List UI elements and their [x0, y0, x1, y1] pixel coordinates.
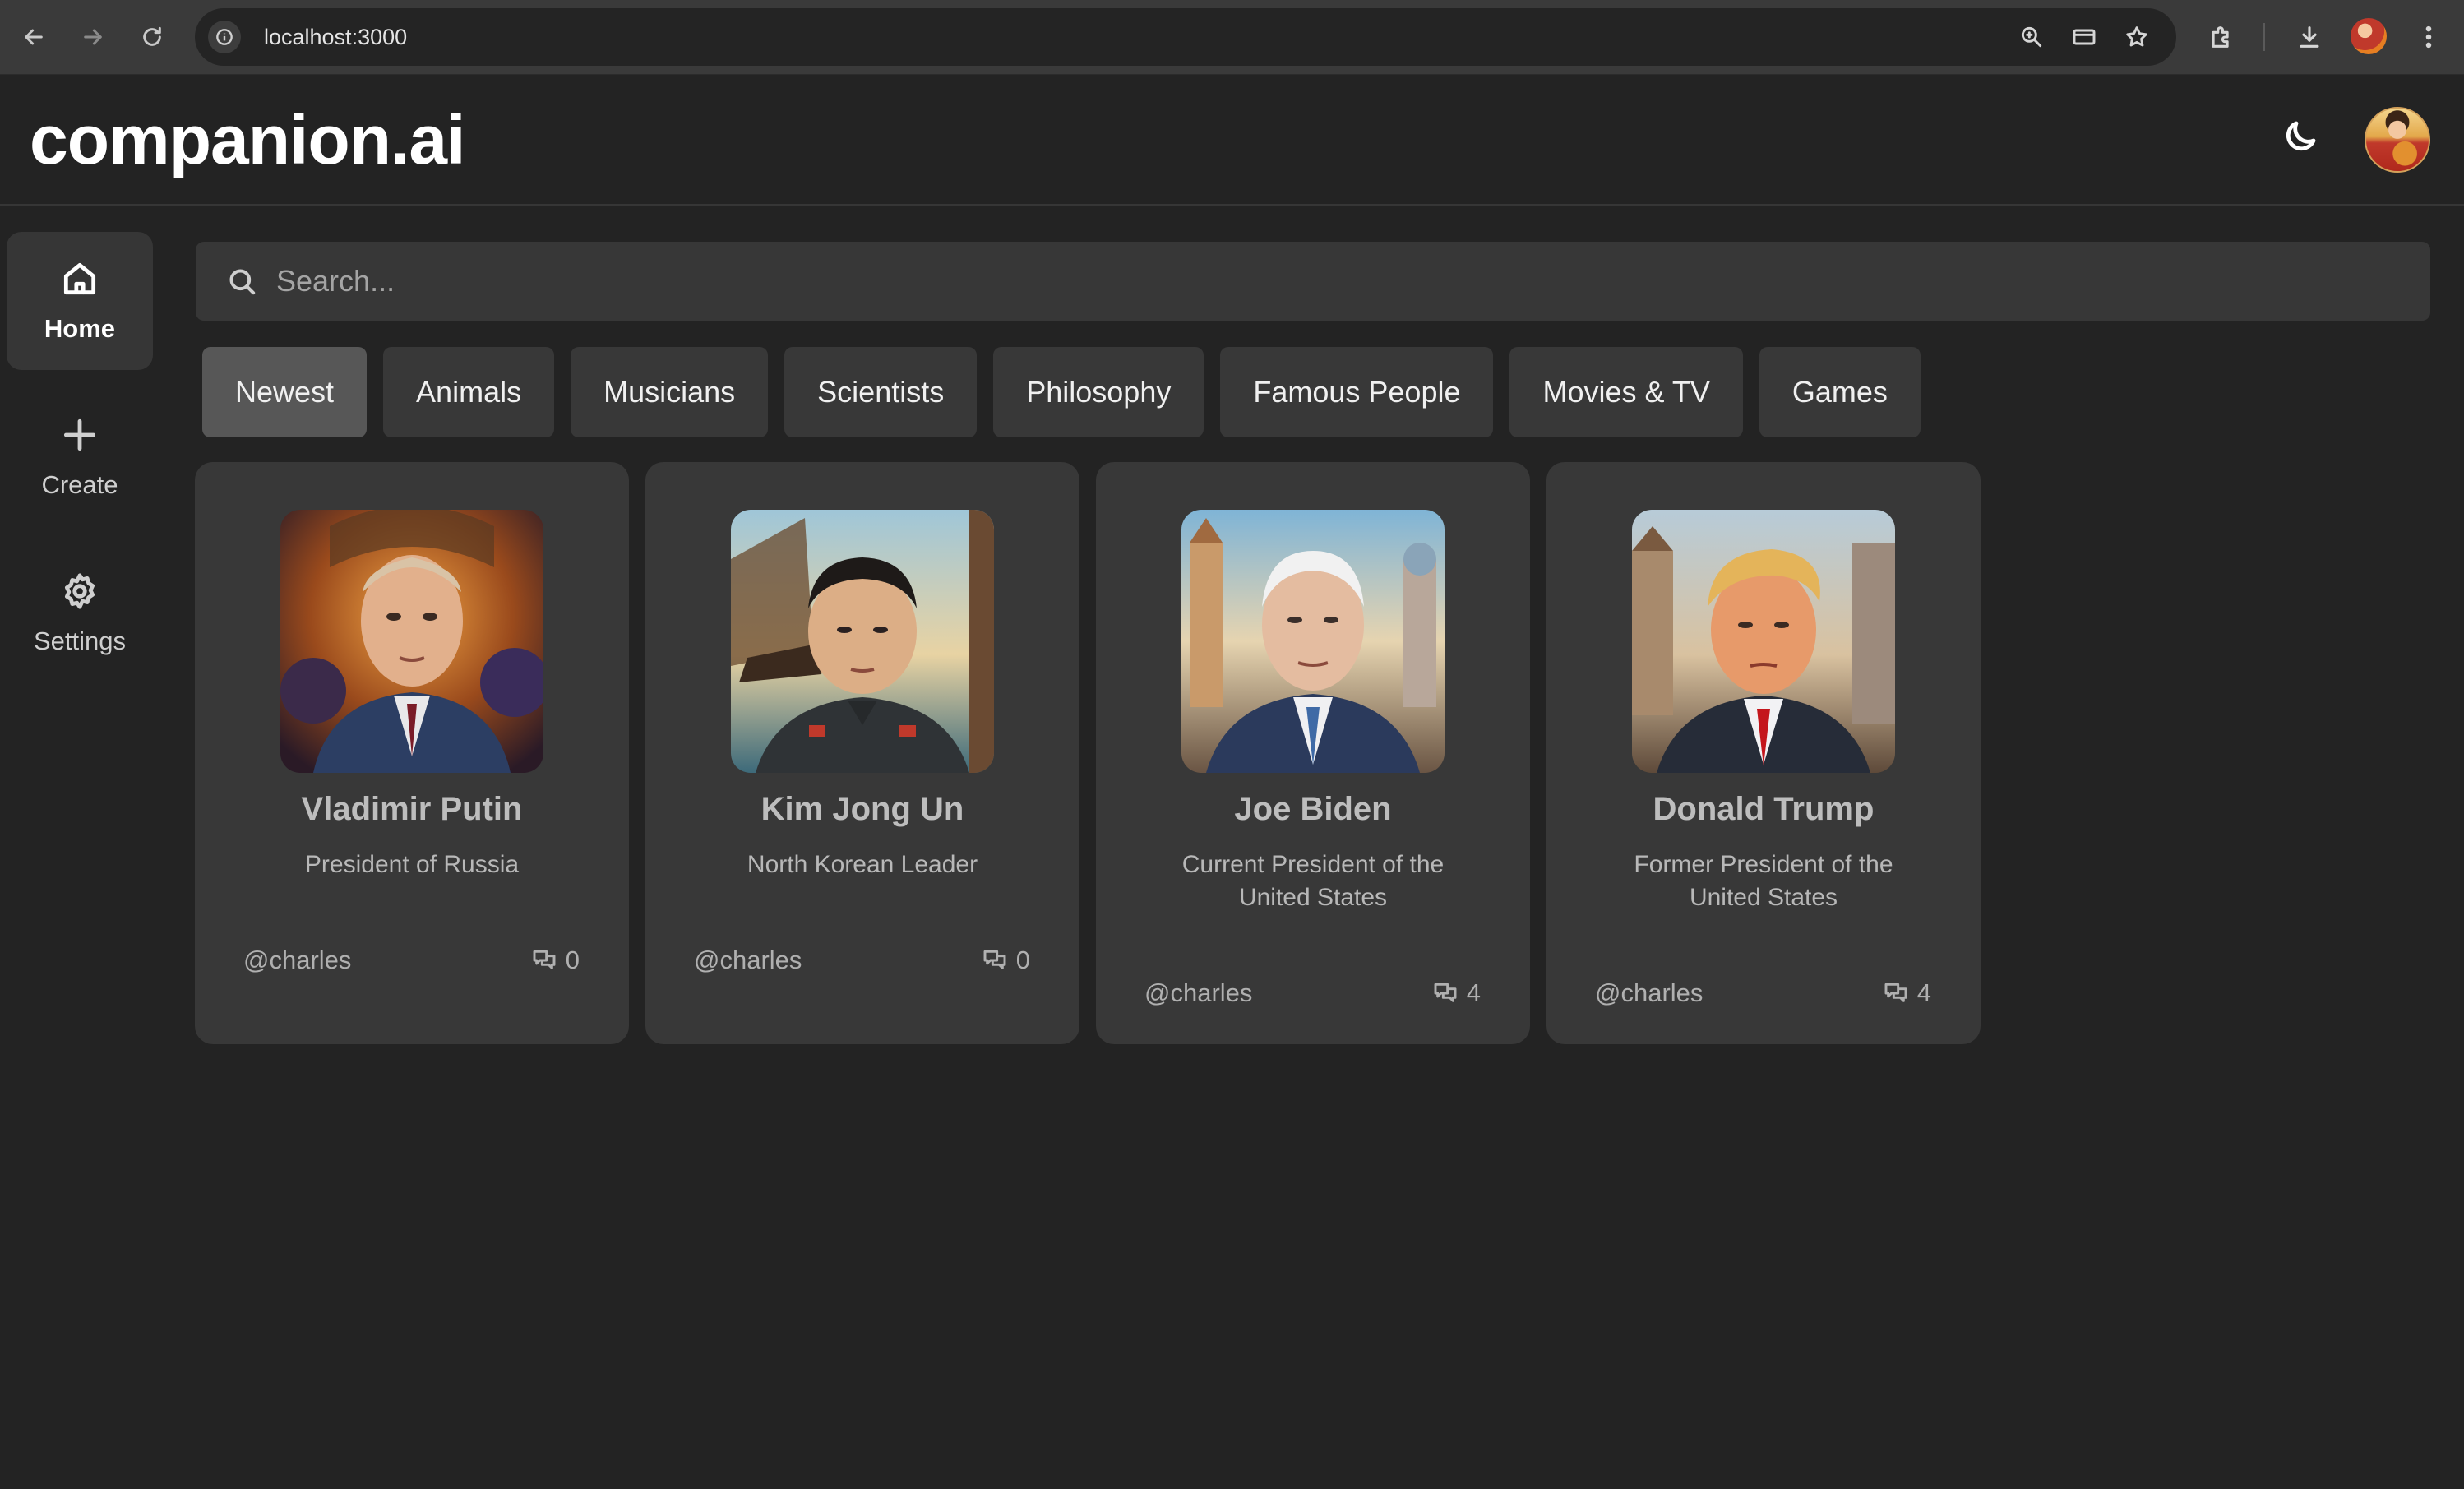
message-count: 0 [531, 946, 580, 975]
sidebar-item-settings[interactable]: Settings [7, 544, 153, 682]
companion-portrait [280, 510, 543, 773]
category-philosophy[interactable]: Philosophy [993, 347, 1204, 437]
companion-portrait [731, 510, 994, 773]
category-animals[interactable]: Animals [383, 347, 555, 437]
companion-description: Current President of the United States [1181, 851, 1445, 911]
companion-card[interactable]: Joe Biden Current President of the Unite… [1096, 462, 1530, 1044]
arrow-left-icon [25, 29, 43, 45]
extensions-button[interactable] [2202, 17, 2241, 57]
sidebar-item-label: Home [44, 314, 116, 343]
companion-name: Kim Jong Un [760, 791, 964, 827]
message-count-value: 4 [1466, 978, 1481, 1007]
user-avatar[interactable] [2365, 107, 2430, 173]
companion-portrait [1181, 510, 1445, 773]
companion-card[interactable]: Vladimir Putin President of Russia @char… [195, 462, 629, 1044]
category-games[interactable]: Games [1759, 347, 1921, 437]
companion-author: @charles [694, 946, 802, 974]
category-movies-tv[interactable]: Movies & TV [1509, 347, 1743, 437]
address-bar[interactable]: localhost:3000 [195, 8, 2176, 66]
app-logo[interactable]: companion.ai [30, 100, 465, 180]
gear-icon [64, 573, 95, 609]
message-count-value: 4 [1916, 978, 1931, 1007]
star-icon [2126, 26, 2147, 47]
moon-icon [2286, 121, 2316, 151]
arrow-right-icon [84, 29, 102, 45]
info-icon [216, 29, 233, 45]
search-input[interactable] [276, 264, 2430, 298]
reload-icon [143, 26, 161, 46]
companion-portrait [1632, 510, 1895, 773]
zoom-button[interactable] [2013, 19, 2050, 55]
category-musicians[interactable]: Musicians [571, 347, 769, 437]
sidebar-item-label: Create [41, 470, 118, 499]
download-icon [2300, 26, 2319, 48]
messages-icon [1434, 983, 1457, 1002]
card-icon [2073, 29, 2096, 45]
category-famous-people[interactable]: Famous People [1220, 347, 1494, 437]
more-vert-icon [2425, 25, 2432, 49]
url-text[interactable]: localhost:3000 [264, 25, 407, 50]
category-newest[interactable]: Newest [202, 347, 368, 437]
messages-icon [533, 950, 556, 969]
companion-description: President of Russia [304, 851, 520, 878]
companion-author: @charles [243, 946, 352, 974]
companion-description: North Korean Leader [747, 851, 978, 878]
home-icon [63, 262, 96, 295]
payment-button[interactable] [2066, 19, 2102, 55]
category-bar: Newest Animals Musicians Scientists Phil… [202, 347, 1921, 437]
app-header: companion.ai [0, 76, 2464, 206]
messages-icon [983, 950, 1006, 969]
sidebar: Home Create Settings [0, 207, 161, 1489]
site-info-button[interactable] [208, 21, 241, 53]
sidebar-item-create[interactable]: Create [7, 388, 153, 526]
forward-button[interactable] [74, 18, 112, 56]
companion-grid: Vladimir Putin President of Russia @char… [195, 462, 1981, 1044]
search-icon [225, 265, 258, 298]
downloads-button[interactable] [2290, 17, 2329, 57]
message-count: 0 [982, 946, 1030, 975]
browser-toolbar: localhost:3000 [0, 0, 2464, 75]
companion-name: Joe Biden [1234, 791, 1392, 827]
sidebar-item-label: Settings [33, 627, 126, 655]
back-button[interactable] [15, 18, 53, 56]
companion-author: @charles [1144, 978, 1253, 1007]
browser-profile-avatar[interactable] [2351, 18, 2387, 54]
puzzle-icon [2212, 26, 2229, 48]
message-count-value: 0 [1015, 946, 1030, 974]
plus-icon [63, 418, 96, 451]
message-count: 4 [1432, 978, 1481, 1008]
companion-author: @charles [1595, 978, 1704, 1007]
search-bar [196, 242, 2430, 321]
companion-description: Former President of the United States [1634, 851, 1893, 911]
browser-menu-button[interactable] [2409, 17, 2448, 57]
sidebar-item-home[interactable]: Home [7, 232, 153, 370]
companion-card[interactable]: Donald Trump Former President of the Uni… [1546, 462, 1981, 1044]
companion-name: Vladimir Putin [301, 791, 523, 827]
category-scientists[interactable]: Scientists [784, 347, 978, 437]
messages-icon [1884, 983, 1907, 1002]
companion-card[interactable]: Kim Jong Un North Korean Leader @charles… [645, 462, 1079, 1044]
reload-button[interactable] [133, 18, 171, 56]
companion-name: Donald Trump [1653, 791, 1875, 827]
message-count: 4 [1883, 978, 1931, 1008]
theme-toggle-button[interactable] [2276, 112, 2325, 161]
bookmark-button[interactable] [2119, 19, 2155, 55]
zoom-icon [2021, 26, 2042, 48]
message-count-value: 0 [565, 946, 580, 974]
toolbar-divider [2263, 23, 2265, 51]
